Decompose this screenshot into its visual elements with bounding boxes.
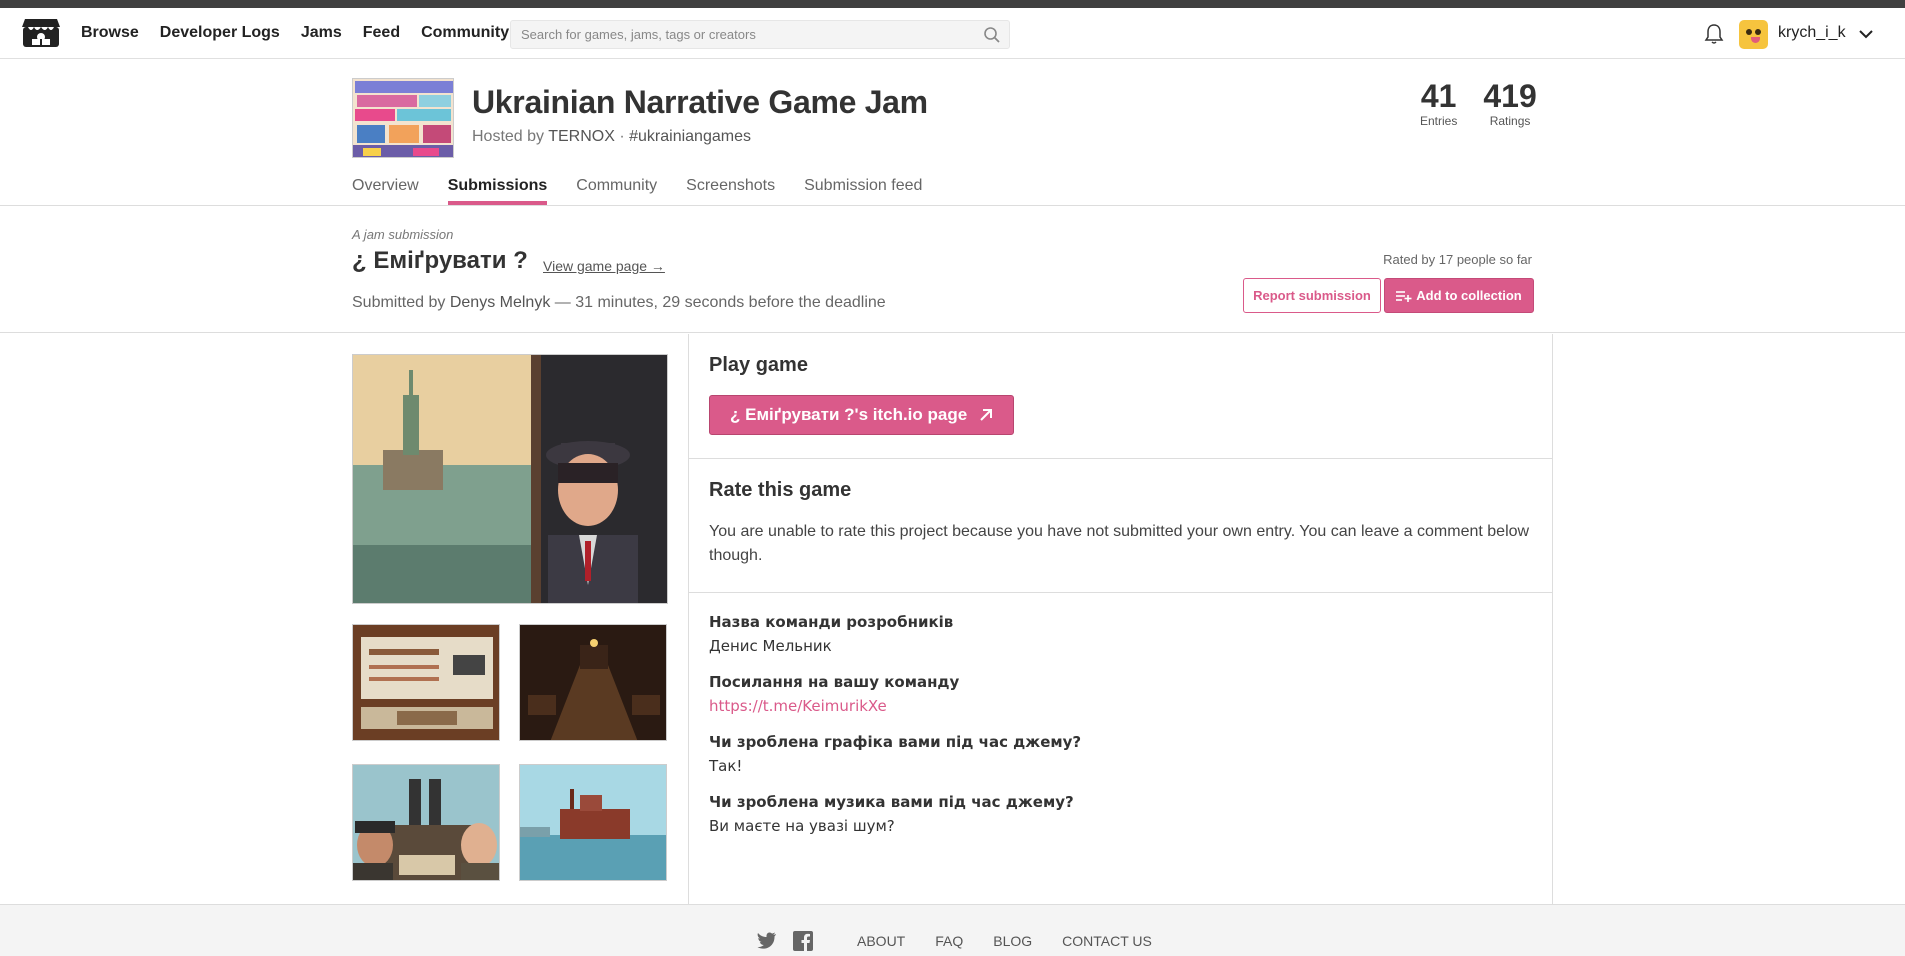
itchio-page-button[interactable]: ¿ Еміґрувати ?'s itch.io page [709, 395, 1015, 435]
search-box [510, 20, 1010, 49]
add-to-list-icon [1396, 290, 1412, 302]
avatar[interactable] [1739, 20, 1768, 49]
footer-link-about[interactable]: About [857, 933, 905, 949]
play-game-heading: Play game [709, 354, 808, 376]
nav-community[interactable]: Community [421, 24, 509, 42]
facebook-icon[interactable] [793, 931, 813, 951]
site-header: Browse Developer Logs Jams Feed Communit… [0, 8, 1905, 59]
screenshot-thumb-3[interactable] [352, 764, 500, 881]
nav-developer-logs[interactable]: Developer Logs [160, 24, 280, 42]
submitted-suffix: — 31 minutes, 29 seconds before the dead… [554, 294, 886, 311]
stat-entries-label: Entries [1420, 114, 1458, 128]
field-label: Назва команди розробників [709, 613, 954, 631]
field-graphics: Чи зроблена графіка вами під час джему? … [709, 733, 1532, 775]
screenshot-thumb-1[interactable] [352, 624, 500, 741]
nav-jams[interactable]: Jams [301, 24, 342, 42]
hosted-prefix: Hosted by [472, 128, 545, 145]
stat-entries-value: 41 [1420, 78, 1457, 114]
footer-link-contact[interactable]: Contact us [1062, 933, 1152, 949]
add-to-collection-label: Add to collection [1416, 288, 1522, 303]
search-icon[interactable] [983, 26, 1001, 44]
tab-community[interactable]: Community [576, 177, 657, 205]
site-footer: About FAQ Blog Contact us [0, 904, 1905, 956]
rate-game-message: You are unable to rate this project beca… [709, 523, 1530, 564]
tab-overview[interactable]: Overview [352, 177, 419, 205]
submission-fields: Назва команди розробників Денис Мельник … [689, 593, 1552, 873]
twitter-icon[interactable] [757, 931, 777, 949]
itchio-page-button-label: ¿ Еміґрувати ?'s itch.io page [730, 405, 968, 424]
chevron-down-icon[interactable] [1858, 26, 1874, 42]
hosted-separator: · [619, 128, 625, 145]
submission-kicker: A jam submission [352, 227, 454, 242]
game-title: ¿ Еміґрувати ? [352, 247, 528, 274]
field-music: Чи зроблена музика вами під час джему? В… [709, 793, 1532, 835]
host-link[interactable]: TERNOX [548, 128, 615, 145]
external-link-icon [980, 409, 993, 421]
field-label: Посилання на вашу команду [709, 673, 960, 691]
footer-link-faq[interactable]: FAQ [935, 933, 963, 949]
field-label: Чи зроблена музика вами під час джему? [709, 793, 1074, 811]
rate-game-section: Rate this game You are unable to rate th… [689, 459, 1552, 593]
field-value: Денис Мельник [709, 637, 832, 655]
footer-link-blog[interactable]: Blog [993, 933, 1032, 949]
notifications-bell-icon[interactable] [1704, 23, 1724, 45]
jam-stats: 41 Entries 419 Ratings [1420, 78, 1537, 128]
field-value: Так! [709, 757, 743, 775]
hashtag-link[interactable]: #ukrainiangames [629, 128, 751, 145]
social-icons [757, 931, 813, 951]
submission-header: A jam submission ¿ Еміґрувати ? View gam… [0, 207, 1905, 333]
screenshot-main[interactable] [352, 354, 668, 604]
submitted-by: Submitted by Denys Melnyk — 31 minutes, … [352, 294, 886, 312]
stat-entries[interactable]: 41 Entries [1420, 78, 1457, 128]
main-nav: Browse Developer Logs Jams Feed Communit… [81, 24, 509, 42]
team-link[interactable]: https://t.me/KeimurikXe [709, 697, 887, 715]
field-team-name: Назва команди розробників Денис Мельник [709, 613, 1532, 655]
tab-submission-feed[interactable]: Submission feed [804, 177, 922, 205]
tab-screenshots[interactable]: Screenshots [686, 177, 775, 205]
stat-ratings-label: Ratings [1489, 114, 1531, 128]
stat-ratings[interactable]: 419 Ratings [1483, 78, 1536, 128]
jam-thumbnail[interactable] [352, 78, 454, 158]
field-team-link: Посилання на вашу команду https://t.me/K… [709, 673, 1532, 715]
screenshot-thumb-4[interactable] [519, 764, 667, 881]
jam-hosted-by: Hosted by TERNOX · #ukrainiangames [472, 128, 751, 146]
submission-panel: Play game ¿ Еміґрувати ?'s itch.io page … [688, 334, 1553, 904]
rate-game-heading: Rate this game [709, 479, 852, 501]
play-game-section: Play game ¿ Еміґрувати ?'s itch.io page [689, 334, 1552, 459]
stat-ratings-value: 419 [1483, 78, 1537, 114]
tab-submissions[interactable]: Submissions [447, 177, 548, 205]
jam-tabs: Overview Submissions Community Screensho… [352, 177, 922, 205]
username-label[interactable]: krych_i_k [1778, 24, 1846, 42]
rated-by-count: Rated by 17 people so far [1383, 252, 1532, 267]
view-game-page-link[interactable]: View game page → [543, 258, 665, 274]
itchio-logo-icon[interactable] [21, 17, 61, 51]
search-input[interactable] [511, 21, 971, 48]
add-to-collection-button[interactable]: Add to collection [1384, 278, 1534, 313]
jam-header: Ukrainian Narrative Game Jam Hosted by T… [0, 60, 1905, 206]
browser-top-strip [0, 0, 1905, 8]
report-submission-button[interactable]: Report submission [1243, 278, 1381, 313]
field-label: Чи зроблена графіка вами під час джему? [709, 733, 1082, 751]
submission-body: Play game ¿ Еміґрувати ?'s itch.io page … [0, 334, 1905, 904]
field-value: Ви маєте на увазі шум? [709, 817, 895, 835]
nav-browse[interactable]: Browse [81, 24, 139, 42]
submitted-prefix: Submitted by [352, 294, 446, 311]
author-link[interactable]: Denys Melnyk [450, 294, 550, 311]
screenshot-thumb-2[interactable] [519, 624, 667, 741]
footer-links: About FAQ Blog Contact us [857, 933, 1152, 949]
jam-title: Ukrainian Narrative Game Jam [472, 84, 928, 120]
nav-feed[interactable]: Feed [363, 24, 400, 42]
